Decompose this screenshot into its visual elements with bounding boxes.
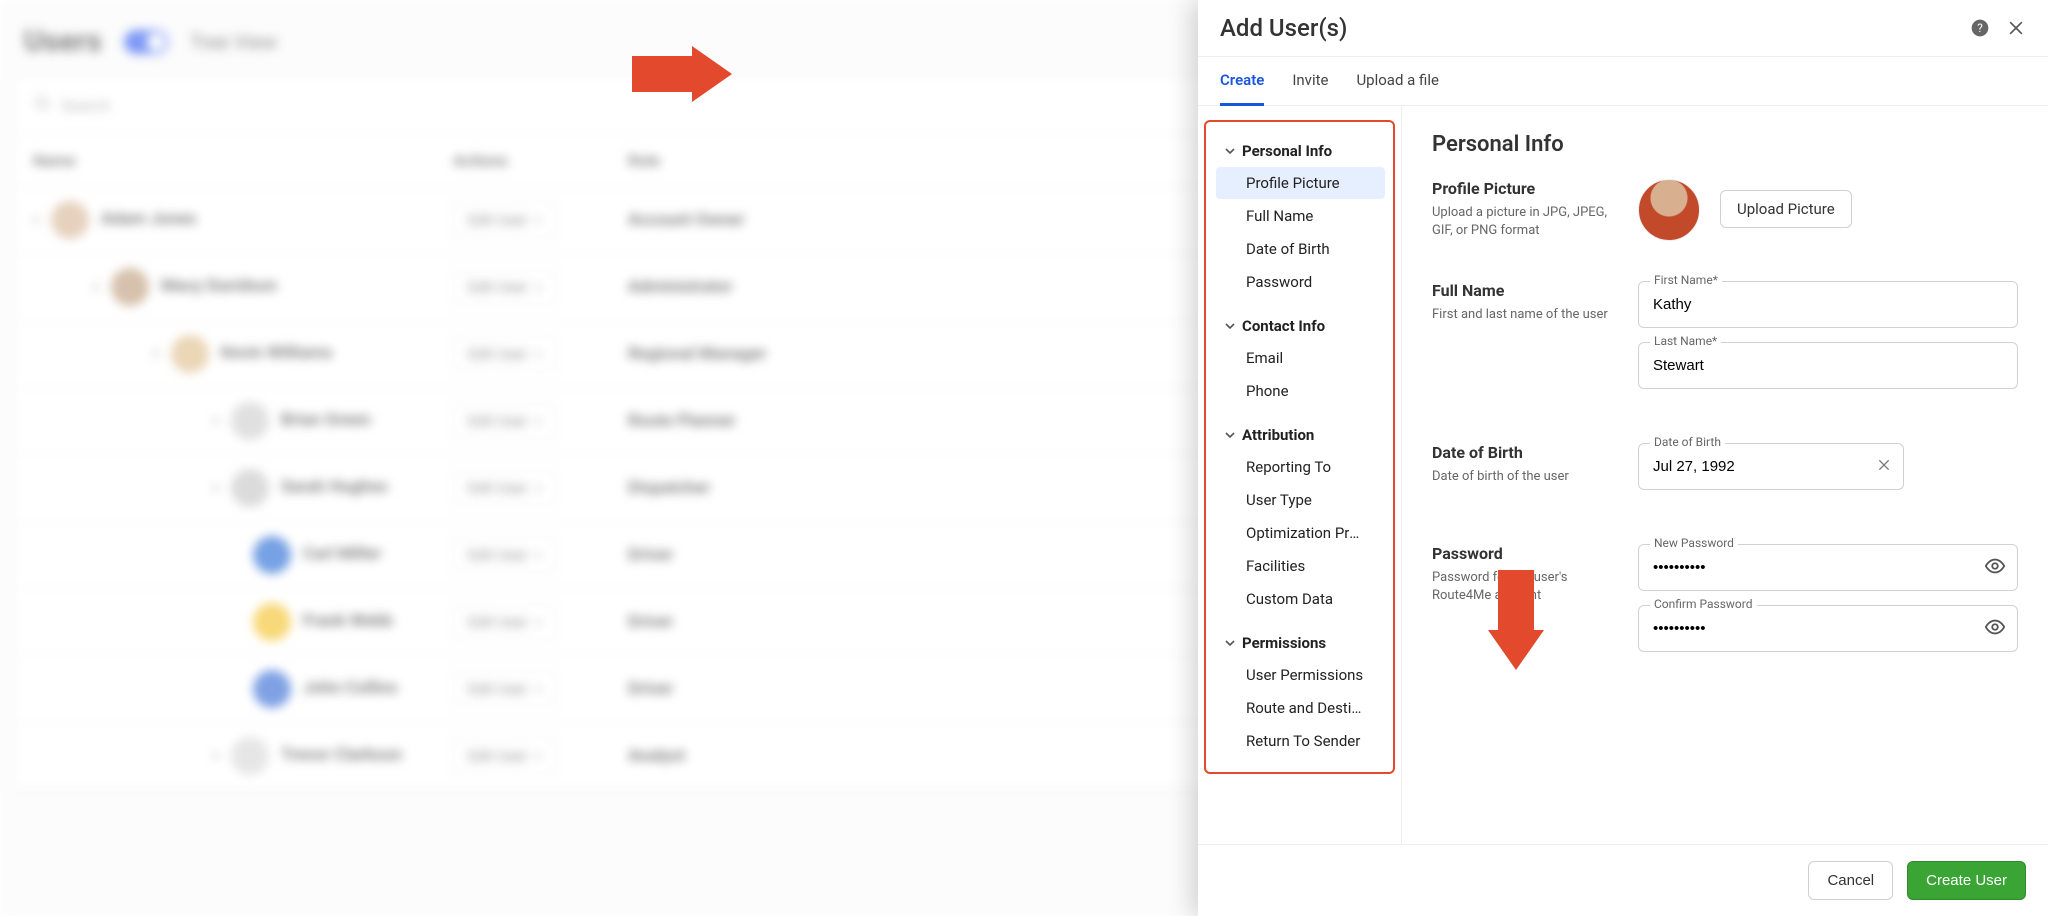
- side-item-facilities[interactable]: Facilities: [1216, 550, 1385, 582]
- side-item-optimization-profile[interactable]: Optimization Profile: [1216, 517, 1385, 549]
- side-group-permissions-label: Permissions: [1242, 634, 1326, 652]
- password-desc: Password for the user's Route4Me account: [1432, 569, 1612, 604]
- form-nav-sidebar: Personal Info Profile Picture Full Name …: [1198, 106, 1402, 844]
- side-group-permissions[interactable]: Permissions: [1206, 628, 1393, 658]
- tab-create[interactable]: Create: [1220, 57, 1264, 106]
- close-icon[interactable]: [2006, 18, 2026, 38]
- upload-picture-button[interactable]: Upload Picture: [1720, 190, 1852, 228]
- side-item-phone[interactable]: Phone: [1216, 375, 1385, 407]
- drawer-title: Add User(s): [1220, 14, 1347, 42]
- section-title: Personal Info: [1432, 132, 2018, 157]
- full-name-desc: First and last name of the user: [1432, 306, 1612, 324]
- side-group-personal-label: Personal Info: [1242, 142, 1332, 160]
- side-item-user-type[interactable]: User Type: [1216, 484, 1385, 516]
- tab-upload[interactable]: Upload a file: [1356, 57, 1439, 105]
- new-password-label: New Password: [1650, 536, 1738, 550]
- eye-icon[interactable]: [1984, 616, 2006, 642]
- first-name-input[interactable]: [1638, 281, 2018, 328]
- dob-desc: Date of birth of the user: [1432, 468, 1612, 486]
- profile-picture-title: Profile Picture: [1432, 179, 1612, 198]
- full-name-title: Full Name: [1432, 281, 1612, 300]
- confirm-password-input[interactable]: [1638, 605, 2018, 652]
- cancel-button[interactable]: Cancel: [1808, 861, 1893, 900]
- form-pane: Personal Info Profile Picture Upload a p…: [1402, 106, 2048, 844]
- confirm-password-label: Confirm Password: [1650, 597, 1757, 611]
- profile-picture-desc: Upload a picture in JPG, JPEG, GIF, or P…: [1432, 204, 1612, 239]
- side-item-return-to-sender[interactable]: Return To Sender: [1216, 725, 1385, 757]
- side-group-attribution-label: Attribution: [1242, 426, 1314, 444]
- side-group-contact[interactable]: Contact Info: [1206, 311, 1393, 341]
- side-group-personal[interactable]: Personal Info: [1206, 136, 1393, 166]
- avatar-preview: [1638, 179, 1700, 241]
- side-item-password[interactable]: Password: [1216, 266, 1385, 298]
- help-icon[interactable]: ?: [1970, 18, 1990, 38]
- tab-invite[interactable]: Invite: [1292, 57, 1328, 105]
- side-group-attribution[interactable]: Attribution: [1206, 420, 1393, 450]
- dob-input[interactable]: [1638, 443, 1904, 490]
- password-title: Password: [1432, 544, 1612, 563]
- side-item-reporting-to[interactable]: Reporting To: [1216, 451, 1385, 483]
- drawer-tabs: Create Invite Upload a file: [1198, 57, 2048, 106]
- side-item-profile-picture[interactable]: Profile Picture: [1216, 167, 1385, 199]
- side-item-full-name[interactable]: Full Name: [1216, 200, 1385, 232]
- side-item-user-permissions[interactable]: User Permissions: [1216, 659, 1385, 691]
- eye-icon[interactable]: [1984, 555, 2006, 581]
- side-item-route-destinations[interactable]: Route and Destinatio...: [1216, 692, 1385, 724]
- side-item-date-of-birth[interactable]: Date of Birth: [1216, 233, 1385, 265]
- clear-icon[interactable]: [1876, 457, 1892, 477]
- side-group-contact-label: Contact Info: [1242, 317, 1325, 335]
- first-name-label: First Name*: [1650, 273, 1722, 287]
- side-item-custom-data[interactable]: Custom Data: [1216, 583, 1385, 615]
- last-name-input[interactable]: [1638, 342, 2018, 389]
- create-user-button[interactable]: Create User: [1907, 861, 2026, 900]
- dob-label: Date of Birth: [1650, 435, 1725, 449]
- svg-text:?: ?: [1977, 21, 1983, 35]
- new-password-input[interactable]: [1638, 544, 2018, 591]
- side-item-email[interactable]: Email: [1216, 342, 1385, 374]
- last-name-label: Last Name*: [1650, 334, 1721, 348]
- add-user-drawer: Add User(s) ? Create Invite Upload a fil…: [1198, 0, 2048, 916]
- dob-title: Date of Birth: [1432, 443, 1612, 462]
